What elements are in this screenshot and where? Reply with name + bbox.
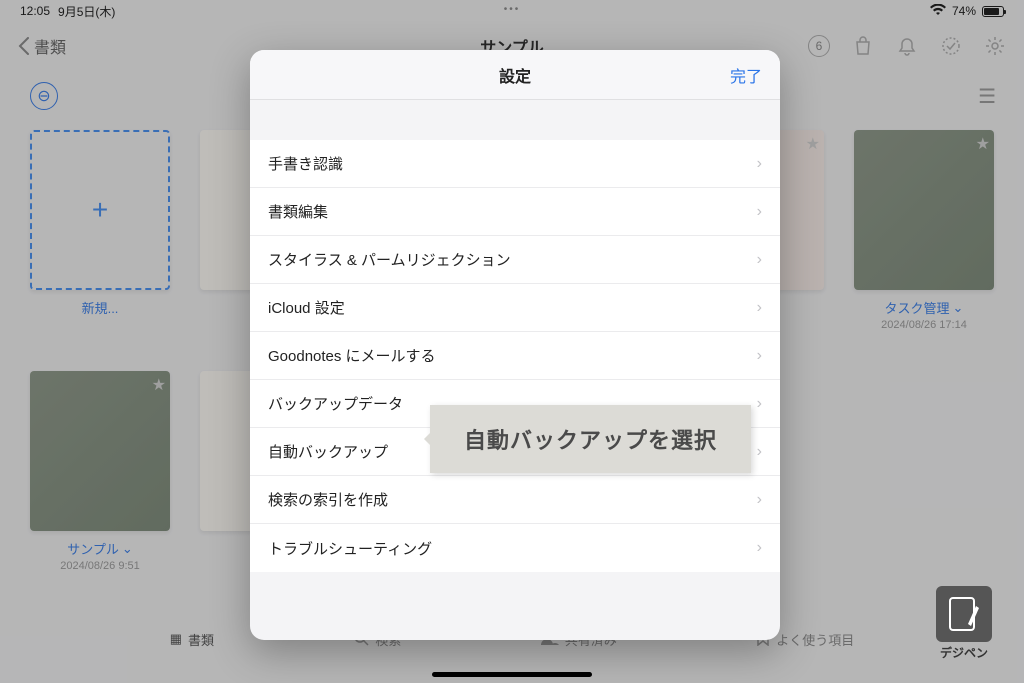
row-label: 自動バックアップ xyxy=(268,441,388,462)
row-label: 検索の索引を作成 xyxy=(268,489,388,510)
settings-row-handwriting[interactable]: 手書き認識 › xyxy=(250,140,780,188)
chevron-right-icon: › xyxy=(757,203,762,221)
row-label: 書類編集 xyxy=(268,201,328,222)
watermark-label: デジペン xyxy=(940,644,988,661)
row-label: バックアップデータ xyxy=(268,393,403,414)
chevron-right-icon: › xyxy=(757,491,762,509)
row-label: スタイラス & パームリジェクション xyxy=(268,249,511,270)
watermark-logo: デジペン xyxy=(924,583,1004,663)
settings-row-troubleshoot[interactable]: トラブルシューティング › xyxy=(250,524,780,572)
settings-row-search-index[interactable]: 検索の索引を作成 › xyxy=(250,476,780,524)
chevron-right-icon: › xyxy=(757,347,762,365)
chevron-right-icon: › xyxy=(757,539,762,557)
chevron-right-icon: › xyxy=(757,299,762,317)
settings-row-document-edit[interactable]: 書類編集 › xyxy=(250,188,780,236)
modal-header: 設定 完了 xyxy=(250,50,780,100)
done-button[interactable]: 完了 xyxy=(730,63,762,87)
settings-row-icloud[interactable]: iCloud 設定 › xyxy=(250,284,780,332)
settings-list: 手書き認識 › 書類編集 › スタイラス & パームリジェクション › iCloud … xyxy=(250,100,780,640)
tablet-icon xyxy=(936,586,992,642)
row-label: Goodnotes にメールする xyxy=(268,345,436,366)
settings-row-stylus[interactable]: スタイラス & パームリジェクション › xyxy=(250,236,780,284)
settings-modal: 設定 完了 手書き認識 › 書類編集 › スタイラス & パームリジェクション › i… xyxy=(250,50,780,640)
chevron-right-icon: › xyxy=(757,443,762,461)
row-label: 手書き認識 xyxy=(268,153,343,174)
modal-title: 設定 xyxy=(499,63,531,87)
row-label: トラブルシューティング xyxy=(268,538,432,559)
row-label: iCloud 設定 xyxy=(268,297,345,318)
chevron-right-icon: › xyxy=(757,251,762,269)
annotation-callout: 自動バックアップを選択 xyxy=(430,405,751,473)
chevron-right-icon: › xyxy=(757,155,762,173)
settings-row-email[interactable]: Goodnotes にメールする › xyxy=(250,332,780,380)
callout-text: 自動バックアップを選択 xyxy=(464,428,717,453)
chevron-right-icon: › xyxy=(757,395,762,413)
